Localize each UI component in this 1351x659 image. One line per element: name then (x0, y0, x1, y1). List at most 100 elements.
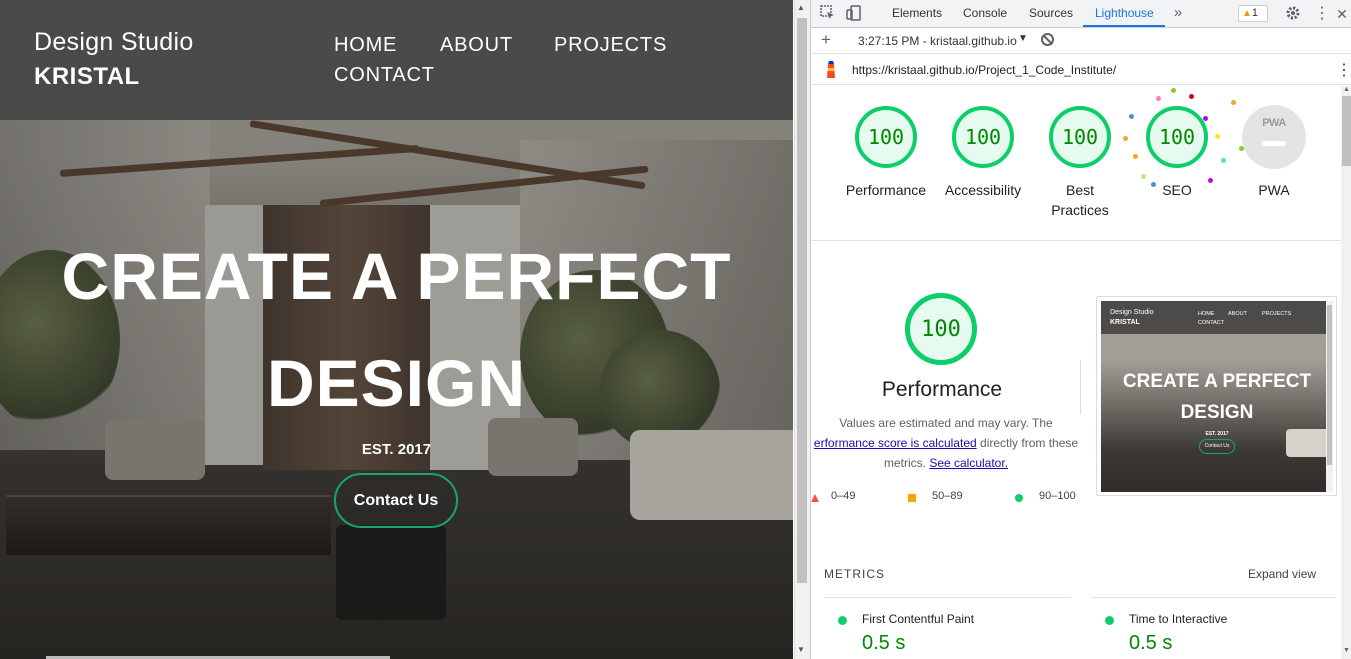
warnings-badge[interactable]: ▲1 (1238, 5, 1268, 22)
see-calculator-link[interactable]: See calculator. (929, 456, 1008, 470)
metrics-divider (1091, 597, 1336, 598)
report-menu-icon[interactable]: ⋮ (1336, 60, 1351, 80)
thumbnail-brand: Design Studio (1110, 309, 1154, 316)
site-navbar: Design Studio KRISTAL HOME ABOUT PROJECT… (0, 0, 793, 120)
nav-projects-link[interactable]: PROJECTS (554, 34, 667, 57)
performance-title: Performance (881, 378, 1003, 401)
screen: Design Studio KRISTAL HOME ABOUT PROJECT… (0, 0, 1351, 659)
warning-count: 1 (1251, 7, 1259, 19)
metric-tti-value: 0.5 s (1129, 632, 1173, 654)
thumbnail-nav-item: CONTACT (1198, 320, 1225, 326)
confetti-dot (1203, 116, 1208, 121)
score-calculated-link[interactable]: erformance score is calculated (814, 436, 977, 450)
fail-triangle-icon (811, 494, 819, 502)
legend-pass-range: 90–100 (1039, 490, 1076, 502)
metric-fcp-value: 0.5 s (862, 632, 906, 654)
lighthouse-logo-icon (827, 61, 835, 78)
report-selector[interactable]: 3:27:15 PM - kristaal.github.io (858, 34, 1017, 48)
pwa-gauge[interactable]: PWA (1242, 105, 1306, 169)
devtools-panel: Elements Console Sources Lighthouse » ▲1… (810, 0, 1351, 659)
tab-sources[interactable]: Sources (1029, 6, 1073, 20)
scroll-down-arrow-icon[interactable]: ▼ (797, 645, 805, 654)
brand-name[interactable]: Design Studio (34, 28, 194, 57)
thumbnail-brand-sub: KRISTAL (1110, 319, 1140, 326)
thumbnail-scrollbar-thumb (1327, 305, 1332, 465)
scroll-up-arrow-icon[interactable]: ▲ (1343, 86, 1350, 93)
active-tab-indicator (1083, 25, 1165, 27)
vertical-separator (1080, 360, 1081, 414)
close-icon[interactable]: ✕ (1333, 5, 1351, 23)
inspect-element-icon[interactable] (819, 5, 837, 23)
gear-icon[interactable] (1284, 5, 1302, 23)
confetti-dot (1215, 134, 1220, 139)
tab-elements[interactable]: Elements (892, 6, 942, 20)
website-viewport: Design Studio KRISTAL HOME ABOUT PROJECT… (0, 0, 793, 659)
report-scrollbar[interactable] (1341, 86, 1351, 659)
tab-lighthouse[interactable]: Lighthouse (1095, 6, 1154, 20)
thumbnail-est: EST. 2017 (1205, 431, 1229, 437)
pwa-label[interactable]: PWA (1224, 180, 1324, 200)
nav-about-link[interactable]: ABOUT (440, 34, 513, 57)
confetti-dot (1239, 146, 1244, 151)
pass-circle-icon (1015, 494, 1023, 502)
thumbnail-navbar (1101, 301, 1333, 334)
hero-title-line1: CREATE A PERFECT (61, 239, 732, 313)
pass-circle-icon (1105, 616, 1114, 625)
description-text: metrics. (883, 456, 926, 470)
clear-reports-icon[interactable] (1041, 33, 1054, 46)
nav-contact-link[interactable]: CONTACT (334, 64, 435, 87)
legend-fail-range: 0–49 (831, 490, 856, 502)
seo-score-gauge[interactable]: 100 (1146, 106, 1208, 168)
thumbnail-nav-item: PROJECTS (1262, 311, 1292, 317)
best-practices-score-gauge[interactable]: 100 (1049, 106, 1111, 168)
performance-main-gauge: 100 (905, 293, 977, 365)
report-url[interactable]: https://kristaal.github.io/Project_1_Cod… (852, 63, 1116, 77)
confetti-dot (1133, 154, 1138, 159)
chevron-down-icon[interactable]: ▼ (1018, 33, 1028, 44)
thumbnail-hero-line1: CREATE A PERFECT (1122, 371, 1312, 392)
tab-console[interactable]: Console (963, 6, 1007, 20)
accessibility-score-gauge[interactable]: 100 (952, 106, 1014, 168)
report-scrollbar-thumb[interactable] (1342, 96, 1351, 166)
devtools-tabbar: Elements Console Sources Lighthouse » ▲1… (811, 0, 1351, 28)
metrics-divider (824, 597, 1071, 598)
performance-label[interactable]: Performance (836, 180, 936, 200)
scroll-down-arrow-icon[interactable]: ▼ (1343, 647, 1350, 654)
accessibility-label[interactable]: Accessibility (933, 180, 1033, 200)
description-text: Values are estimated and may vary. The (839, 416, 1053, 430)
confetti-dot (1123, 136, 1128, 141)
nav-home-link[interactable]: HOME (334, 34, 397, 57)
hero-established: EST. 2017 (361, 441, 432, 458)
confetti-dot (1189, 94, 1194, 99)
description-text: directly from these (980, 436, 1079, 450)
hero-title-line2: DESIGN (266, 346, 527, 420)
metric-tti-name: Time to Interactive (1129, 612, 1228, 626)
page-scrollbar-thumb[interactable] (797, 18, 807, 583)
expand-view-toggle[interactable]: Expand view (1248, 567, 1316, 581)
final-screenshot-thumbnail[interactable]: Design Studio KRISTAL HOME ABOUT PROJECT… (1101, 301, 1333, 492)
double-chevron-right-icon[interactable]: » (1169, 4, 1187, 22)
pwa-dash-icon (1262, 141, 1286, 146)
device-toolbar-icon[interactable] (845, 5, 863, 23)
best-practices-label[interactable]: Best Practices (1045, 180, 1115, 220)
seo-label[interactable]: SEO (1127, 180, 1227, 200)
average-square-icon (908, 494, 916, 502)
report-url-bar: https://kristaal.github.io/Project_1_Cod… (811, 54, 1351, 85)
confetti-dot (1221, 158, 1226, 163)
confetti-dot (1231, 100, 1236, 105)
metric-fcp-name: First Contentful Paint (862, 612, 975, 626)
confetti-dot (1171, 88, 1176, 93)
more-options-icon[interactable]: ⋮ (1313, 5, 1331, 23)
metrics-heading: METRICS (824, 567, 885, 581)
lighthouse-report: 100 Performance 100 Accessibility 100 Be… (811, 86, 1341, 659)
scroll-up-arrow-icon[interactable]: ▲ (797, 3, 805, 12)
performance-description: Values are estimated and may vary. The e… (811, 413, 1081, 473)
pass-circle-icon (838, 616, 847, 625)
section-divider (811, 240, 1341, 241)
brand-subname[interactable]: KRISTAL (34, 63, 140, 91)
confetti-dot (1156, 96, 1161, 101)
confetti-dot (1208, 178, 1213, 183)
new-report-icon[interactable]: + (821, 30, 831, 50)
performance-score-gauge[interactable]: 100 (855, 106, 917, 168)
contact-us-button[interactable]: Contact Us (334, 473, 458, 528)
